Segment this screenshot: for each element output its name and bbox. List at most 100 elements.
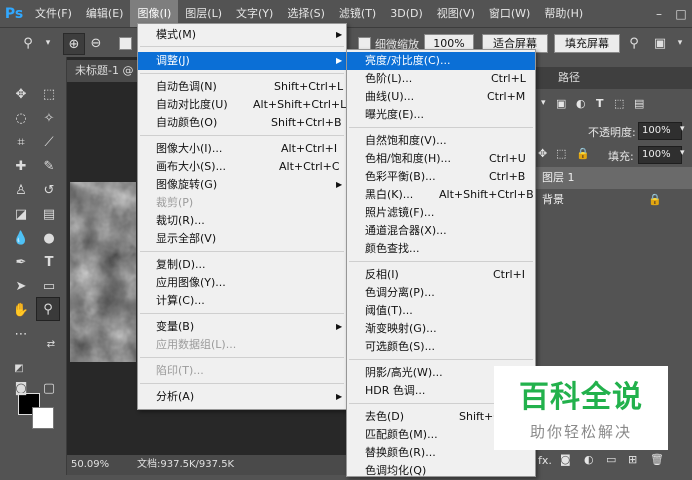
layer-row[interactable]: 背景 🔒 [536,189,692,211]
menu-3d[interactable]: 3D(D) [383,0,430,27]
adjustment-layer-icon[interactable]: ◐ [584,453,594,466]
blur-tool-icon[interactable]: 💧 [10,227,32,249]
lock-artboard-icon[interactable]: ⬚ [556,147,566,160]
minimize-icon[interactable]: – [648,0,670,27]
filter-adjust-icon[interactable]: ◐ [576,97,586,110]
eyedropper-tool-icon[interactable]: ⟋ [38,131,60,153]
menu-item-mode[interactable]: 模式(M) ▶ [138,26,346,44]
menu-item-hue-saturation[interactable]: 色相/饱和度(H)... Ctrl+U [347,150,535,168]
menu-item-calculations[interactable]: 计算(C)... [138,292,346,310]
screen-mode-icon[interactable]: ▢ [38,377,60,399]
default-colors-icon[interactable]: ◩ [8,357,30,379]
menu-item-auto-color[interactable]: 自动颜色(O) Shift+Ctrl+B [138,114,346,132]
lasso-tool-icon[interactable]: ◌ [10,107,32,129]
chevron-down-icon[interactable]: ▾ [541,98,546,108]
pen-tool-icon[interactable]: ✒ [10,251,32,273]
fill-chevron-icon[interactable]: ▾ [680,148,685,158]
menu-window[interactable]: 窗口(W) [482,0,537,27]
path-selection-tool-icon[interactable]: ➤ [10,275,32,297]
type-tool-icon[interactable]: T [38,251,60,273]
zoom-tool-icon[interactable]: ⚲ [36,297,60,321]
lock-position-icon[interactable]: ✥ [538,147,547,160]
menu-item-brightness-contrast[interactable]: 亮度/对比度(C)... [347,52,535,70]
menu-item-apply-image[interactable]: 应用图像(Y)... [138,274,346,292]
menu-file[interactable]: 文件(F) [28,0,79,27]
quick-mask-icon[interactable]: ◙ [10,377,32,399]
filter-smart-icon[interactable]: ▤ [634,97,644,110]
menu-item-trim[interactable]: 裁切(R)... [138,212,346,230]
hand-tool-icon[interactable]: ✋ [10,299,32,321]
fill-screen-button[interactable]: 填充屏幕 [554,34,620,53]
zoom-out-icon[interactable]: ⊖ [86,33,106,53]
background-color-swatch[interactable] [32,407,54,429]
move-tool-icon[interactable]: ✥ [10,83,32,105]
fx-icon[interactable]: fx. [538,454,552,467]
menu-item-image-size[interactable]: 图像大小(I)... Alt+Ctrl+I [138,140,346,158]
tab-paths[interactable]: 路径 [558,67,580,89]
brush-tool-icon[interactable]: ✎ [38,155,60,177]
menu-item-image-rotation[interactable]: 图像旋转(G) ▶ [138,176,346,194]
menu-item-posterize[interactable]: 色调分离(P)... [347,284,535,302]
menu-item-curves[interactable]: 曲线(U)... Ctrl+M [347,88,535,106]
chevron-down-icon[interactable]: ▾ [38,33,58,53]
menu-view[interactable]: 视图(V) [430,0,482,27]
menu-item-exposure[interactable]: 曝光度(E)... [347,106,535,124]
filter-type-icon[interactable]: T [596,97,604,110]
healing-brush-tool-icon[interactable]: ✚ [10,155,32,177]
search-icon[interactable]: ⚲ [624,33,644,53]
menu-item-channel-mixer[interactable]: 通道混合器(X)... [347,222,535,240]
menu-edit[interactable]: 编辑(E) [79,0,131,27]
menu-item-gradient-map[interactable]: 渐变映射(G)... [347,320,535,338]
group-icon[interactable]: ▭ [606,453,616,466]
clone-stamp-tool-icon[interactable]: ♙ [10,179,32,201]
zoom-in-icon[interactable]: ⊕ [63,33,85,55]
more-tools-icon[interactable]: ⋯ [10,323,32,345]
menu-item-duplicate[interactable]: 复制(D)... [138,256,346,274]
zoom-tool-icon[interactable]: ⚲ [18,33,38,53]
gradient-tool-icon[interactable]: ▤ [38,203,60,225]
filter-shape-icon[interactable]: ⬚ [614,97,624,110]
filter-image-icon[interactable]: ▣ [556,97,566,110]
menu-item-selective-color[interactable]: 可选颜色(S)... [347,338,535,356]
workspace-chevron-icon[interactable]: ▾ [670,33,690,53]
menu-item-invert[interactable]: 反相(I) Ctrl+I [347,266,535,284]
maximize-icon[interactable]: □ [670,0,692,27]
resize-windows-checkbox[interactable] [119,37,132,50]
eraser-tool-icon[interactable]: ◪ [10,203,32,225]
trash-icon[interactable]: 🗑 [650,453,664,466]
fill-input[interactable]: 100% [638,146,682,164]
menu-item-black-white[interactable]: 黑白(K)... Alt+Shift+Ctrl+B [347,186,535,204]
document-tab[interactable]: 未标题-1 @ [67,60,145,82]
crop-tool-icon[interactable]: ⌗ [10,131,32,153]
zoom-level[interactable]: 50.09% [71,455,109,475]
opacity-input[interactable]: 100% [638,122,682,140]
menu-help[interactable]: 帮助(H) [537,0,590,27]
history-brush-tool-icon[interactable]: ↺ [38,179,60,201]
add-mask-icon[interactable]: ◙ [560,453,571,466]
menu-item-color-balance[interactable]: 色彩平衡(B)... Ctrl+B [347,168,535,186]
opacity-chevron-icon[interactable]: ▾ [680,124,685,134]
menu-item-adjustments[interactable]: 调整(J) ▶ [138,52,346,70]
menu-item-analysis[interactable]: 分析(A) ▶ [138,388,346,406]
menu-item-reveal-all[interactable]: 显示全部(V) [138,230,346,248]
menu-item-variables[interactable]: 变量(B) ▶ [138,318,346,336]
swap-colors-icon[interactable]: ⇄ [40,333,62,355]
layer-row[interactable]: 图层 1 [536,167,692,189]
photoshop-logo[interactable]: Ps [0,0,28,27]
lock-all-icon[interactable]: 🔒 [576,147,590,160]
lock-icon[interactable]: 🔒 [648,189,662,211]
menu-item-canvas-size[interactable]: 画布大小(S)... Alt+Ctrl+C [138,158,346,176]
rectangle-tool-icon[interactable]: ▭ [38,275,60,297]
workspace-icon[interactable]: ▣ [650,33,670,53]
menu-item-auto-contrast[interactable]: 自动对比度(U) Alt+Shift+Ctrl+L [138,96,346,114]
menu-item-auto-tone[interactable]: 自动色调(N) Shift+Ctrl+L [138,78,346,96]
menu-item-threshold[interactable]: 阈值(T)... [347,302,535,320]
canvas[interactable] [70,182,136,362]
menu-item-equalize[interactable]: 色调均化(Q) [347,462,535,480]
menu-item-photo-filter[interactable]: 照片滤镜(F)... [347,204,535,222]
dodge-tool-icon[interactable]: ● [38,227,60,249]
menu-item-color-lookup[interactable]: 颜色查找... [347,240,535,258]
new-layer-icon[interactable]: ⊞ [628,453,637,466]
menu-item-vibrance[interactable]: 自然饱和度(V)... [347,132,535,150]
marquee-tool-icon[interactable]: ⬚ [38,83,60,105]
